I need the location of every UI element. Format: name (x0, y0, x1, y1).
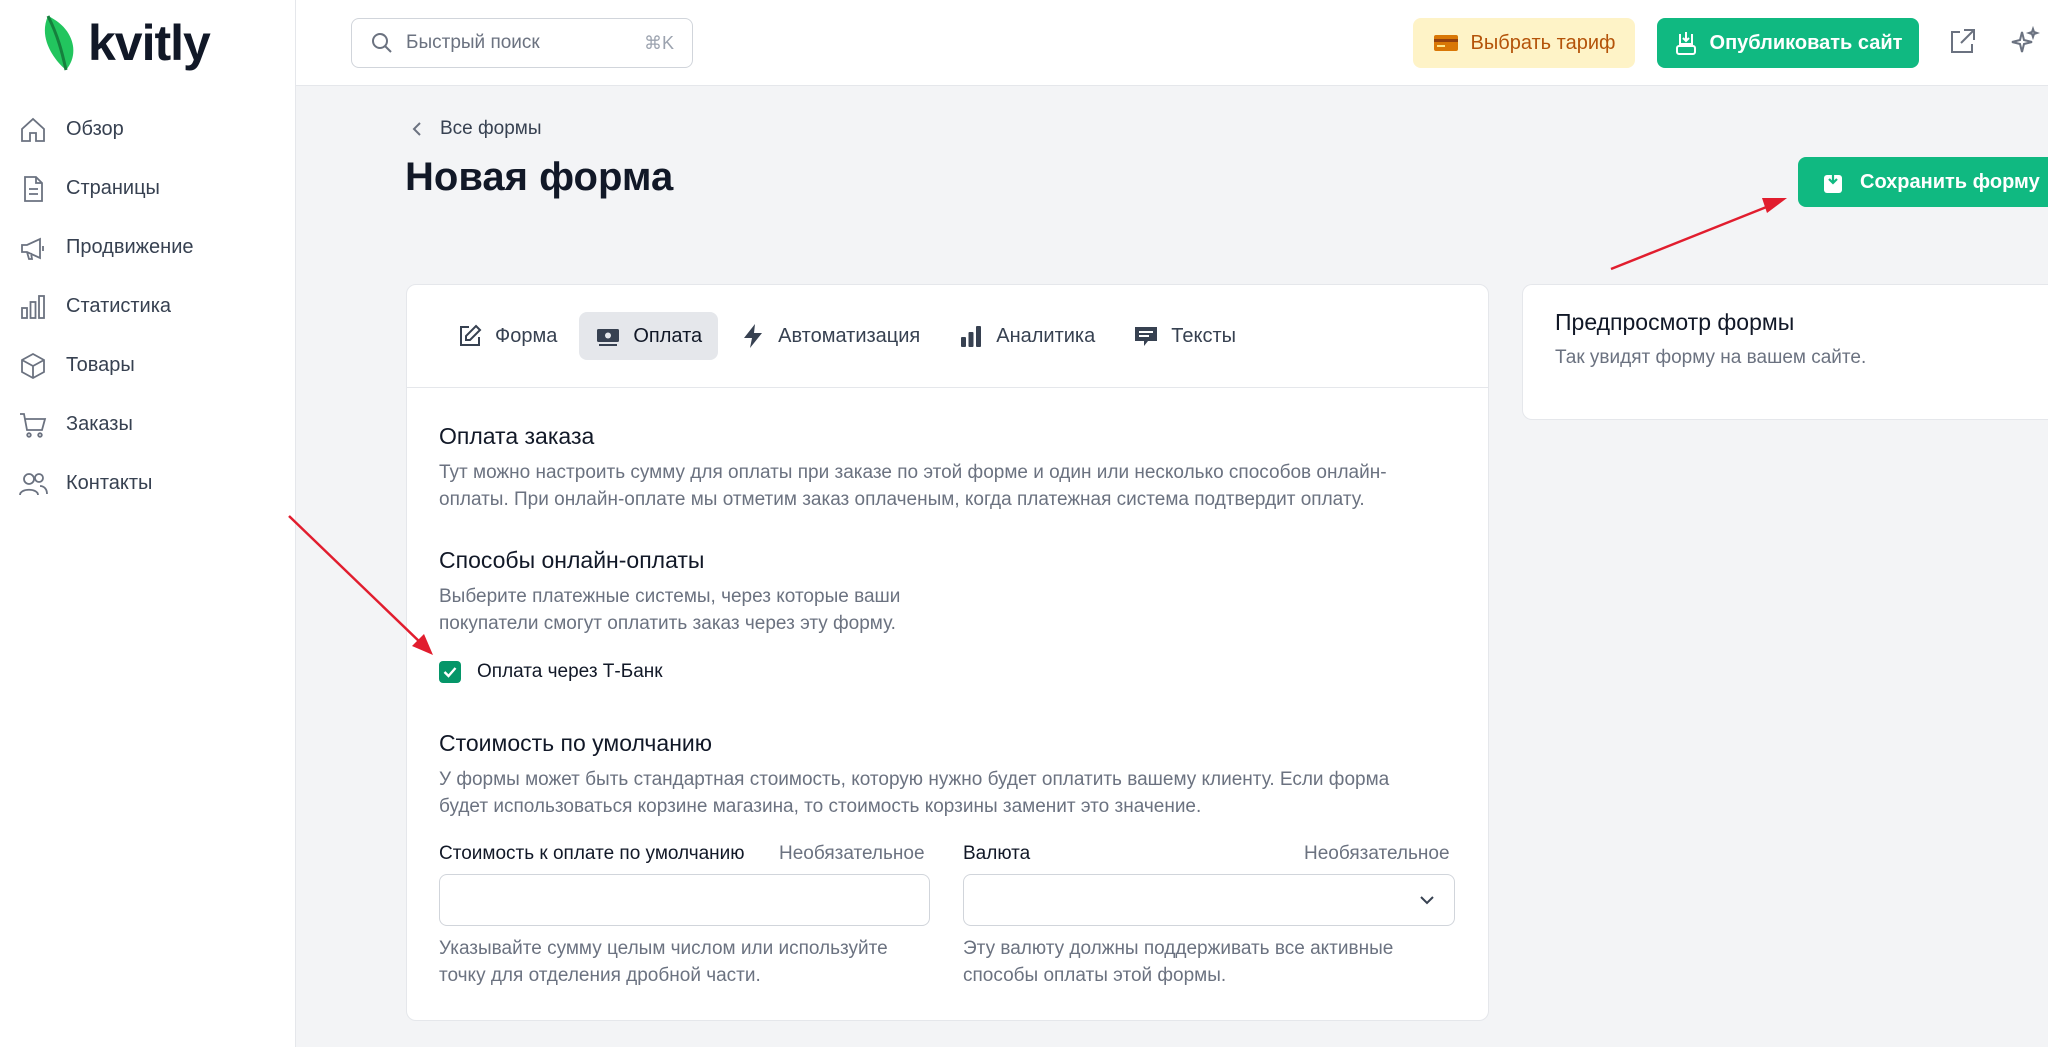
preview-subtitle: Так увидят форму на вашем сайте. (1555, 347, 1867, 368)
page-title: Новая форма (405, 155, 674, 199)
default-price-line2: будет использоваться корзине магазина, т… (439, 796, 1202, 817)
breadcrumb[interactable]: Все формы (410, 118, 542, 140)
edit-icon (460, 324, 482, 346)
payment-methods-line1: Выберите платежные системы, через которы… (439, 586, 901, 607)
sidebar-item-label: Заказы (66, 413, 133, 435)
default-price-input[interactable] (439, 874, 930, 926)
tab-automation[interactable]: Автоматизация (724, 312, 936, 360)
tab-label: Тексты (1171, 324, 1236, 347)
publish-icon (1675, 32, 1696, 55)
currency-hint-line1: Эту валюту должны поддерживать все актив… (963, 938, 1394, 959)
currency-hint-line2: способы оплаты этой формы. (963, 965, 1227, 986)
sidebar-item-promotion[interactable]: Продвижение (0, 218, 296, 277)
tab-analytics[interactable]: Аналитика (942, 312, 1111, 360)
home-icon (21, 117, 45, 142)
logo-text: kvitly (88, 15, 211, 71)
publish-site-label: Опубликовать сайт (1709, 31, 1903, 54)
sidebar-item-label: Контакты (66, 472, 153, 494)
search-icon (372, 33, 392, 53)
logo[interactable]: kvitly (44, 14, 211, 72)
tbank-checkbox[interactable] (439, 661, 461, 683)
price-field-optional: Необязательное (779, 843, 925, 864)
search-placeholder: Быстрый поиск (406, 32, 540, 53)
annotation-arrow-to-save (1610, 198, 1787, 271)
tbank-checkbox-label: Оплата через Т-Банк (477, 661, 663, 682)
choose-tariff-label: Выбрать тариф (1470, 31, 1616, 54)
price-hint-line2: точку для отделения дробной части. (439, 965, 761, 986)
lightning-icon (744, 324, 763, 348)
money-icon (597, 329, 620, 346)
sidebar-item-label: Статистика (66, 295, 172, 317)
sidebar-item-products[interactable]: Товары (0, 336, 296, 395)
form-preview-card: Предпросмотр формы Так увидят форму на в… (1522, 284, 2048, 420)
save-form-label: Сохранить форму (1860, 170, 2040, 193)
default-price-title: Стоимость по умолчанию (439, 730, 713, 756)
sidebar-nav: Обзор Страницы Продвижение Статистика То… (0, 100, 296, 513)
sparkles-icon[interactable] (2008, 26, 2040, 58)
tab-label: Автоматизация (778, 324, 921, 347)
chevron-left-icon (412, 122, 421, 136)
search-input[interactable]: Быстрый поиск ⌘K (351, 18, 693, 68)
page-icon (24, 175, 43, 202)
sidebar-item-orders[interactable]: Заказы (0, 395, 296, 454)
megaphone-icon (21, 237, 44, 260)
sidebar-item-pages[interactable]: Страницы (0, 159, 296, 218)
tab-form[interactable]: Форма (441, 312, 573, 360)
sidebar-item-label: Продвижение (66, 236, 194, 258)
currency-select[interactable] (963, 874, 1455, 926)
sidebar-item-statistics[interactable]: Статистика (0, 277, 296, 336)
search-shortcut: ⌘K (643, 32, 674, 53)
topbar: Быстрый поиск ⌘K Выбрать тариф Опубликов… (296, 0, 2048, 86)
external-link-icon[interactable] (1946, 26, 1978, 58)
payment-methods-title: Способы онлайн-оплаты (439, 547, 705, 573)
publish-site-button[interactable]: Опубликовать сайт (1657, 18, 1919, 68)
sidebar-item-overview[interactable]: Обзор (0, 100, 296, 159)
box-icon (21, 352, 45, 379)
payment-methods-line2: покупатели смогут оплатить заказ через э… (439, 613, 896, 634)
form-settings-card: Форма Оплата Автоматизация Аналитика Тек… (406, 284, 1489, 1021)
currency-field-optional: Необязательное (1304, 843, 1450, 864)
chevron-down-icon (1420, 896, 1434, 905)
price-field-label: Стоимость к оплате по умолчанию (439, 843, 745, 864)
leaf-logo-icon (44, 15, 74, 71)
chat-icon (1135, 327, 1158, 346)
sidebar: kvitly Обзор Страницы Продвижение Статис… (0, 0, 296, 1047)
tab-payment[interactable]: Оплата (579, 312, 719, 360)
tab-label: Форма (495, 324, 558, 347)
price-hint-line1: Указывайте сумму целым числом или исполь… (439, 938, 888, 959)
tab-label: Оплата (633, 324, 703, 347)
check-icon (443, 667, 457, 678)
preview-title: Предпросмотр формы (1555, 309, 1795, 335)
currency-field-label: Валюта (963, 843, 1031, 864)
payment-desc-line1: Тут можно настроить сумму для оплаты при… (439, 462, 1387, 483)
tab-texts[interactable]: Тексты (1117, 312, 1252, 360)
sidebar-item-label: Страницы (66, 177, 160, 199)
default-price-line1: У формы может быть стандартная стоимость… (439, 769, 1390, 790)
choose-tariff-button[interactable]: Выбрать тариф (1413, 18, 1635, 68)
users-icon (19, 472, 48, 495)
sidebar-item-contacts[interactable]: Контакты (0, 454, 296, 513)
breadcrumb-label: Все формы (440, 118, 542, 139)
tbank-payment-option[interactable]: Оплата через Т-Банк (439, 661, 663, 683)
tabs: Форма Оплата Автоматизация Аналитика Тек… (407, 285, 1488, 388)
bar-chart-icon (961, 326, 982, 347)
tab-label: Аналитика (996, 324, 1096, 347)
save-download-icon (1824, 170, 1842, 193)
payment-desc-line2: оплаты. При онлайн-оплате мы отметим зак… (439, 489, 1365, 510)
credit-card-icon (1433, 35, 1458, 51)
bar-chart-icon (21, 294, 45, 319)
payment-section-title: Оплата заказа (439, 423, 595, 449)
cart-icon (20, 412, 47, 438)
sidebar-item-label: Товары (66, 354, 135, 376)
save-form-button[interactable]: Сохранить форму (1798, 157, 2048, 207)
sidebar-item-label: Обзор (66, 118, 124, 140)
